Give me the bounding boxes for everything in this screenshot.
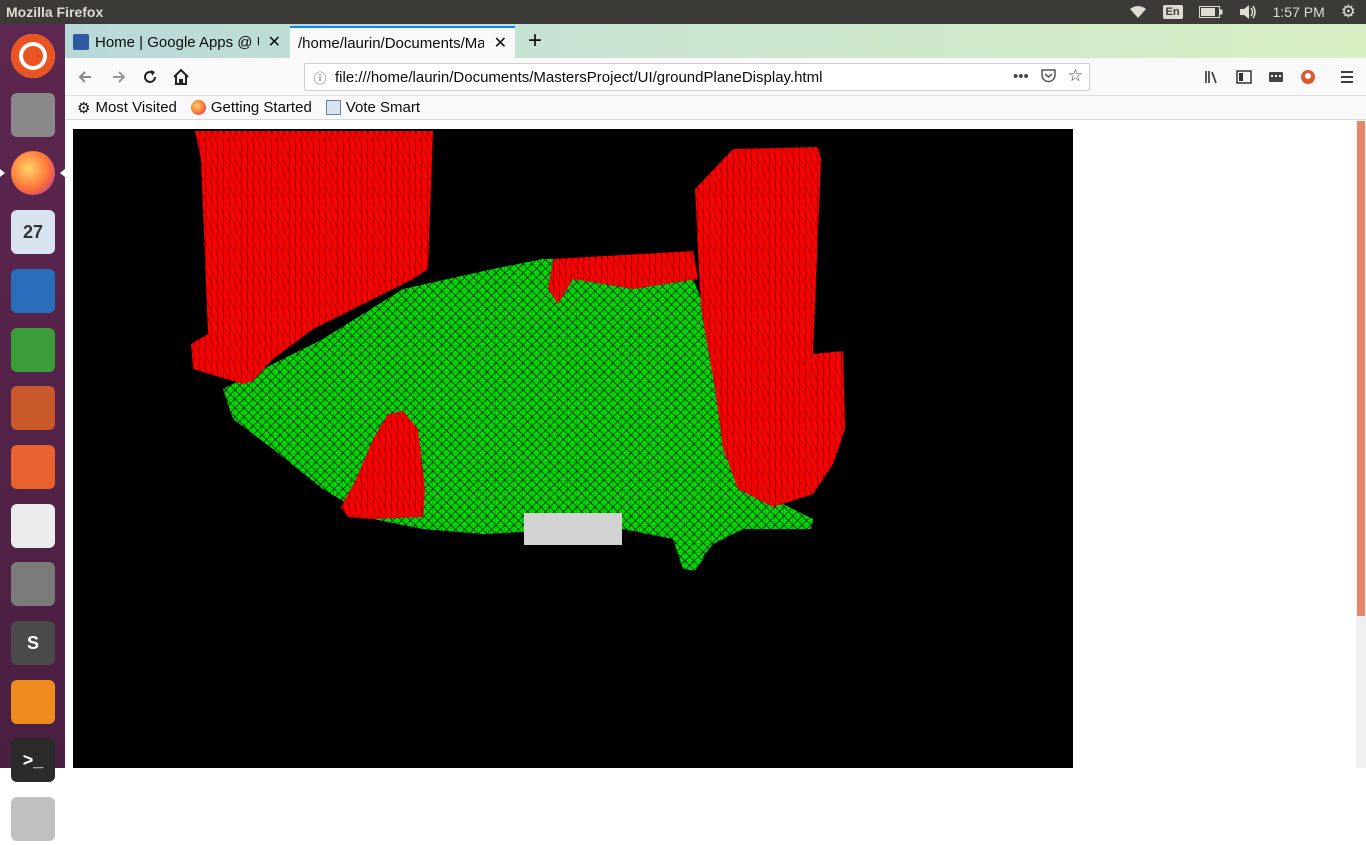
clock[interactable]: 1:57 PM xyxy=(1273,4,1325,20)
menu-icon[interactable] xyxy=(1333,63,1361,91)
tab-ground-plane-display[interactable]: /home/laurin/Documents/Ma ✕ xyxy=(290,26,515,58)
terminal-icon: >_ xyxy=(11,738,55,783)
gear-icon[interactable]: ⚙ xyxy=(1341,2,1356,22)
volume-icon[interactable] xyxy=(1239,5,1257,19)
launcher-item[interactable]: S xyxy=(7,617,59,669)
ubuntu-dash-icon xyxy=(11,34,55,78)
launcher-item[interactable] xyxy=(7,676,59,728)
files-icon xyxy=(11,92,55,137)
tab-google-apps[interactable]: Home | Google Apps @ U ✕ xyxy=(65,26,289,58)
forward-button[interactable] xyxy=(105,63,133,91)
home-icon xyxy=(173,69,189,85)
reload-icon xyxy=(144,70,156,83)
launcher-item[interactable] xyxy=(7,382,59,434)
duckduckgo-icon[interactable] xyxy=(1294,63,1322,91)
gear-icon: ⚙ xyxy=(77,99,91,117)
close-tab-icon[interactable]: ✕ xyxy=(268,32,281,52)
extension-icon[interactable] xyxy=(1262,63,1290,91)
launcher-item[interactable] xyxy=(7,89,59,141)
tab-title: Home | Google Apps @ U xyxy=(95,33,259,51)
battery-icon[interactable] xyxy=(1198,6,1223,18)
close-tab-icon[interactable]: ✕ xyxy=(494,33,507,53)
launcher-item[interactable] xyxy=(7,441,59,493)
settings-icon xyxy=(11,562,55,607)
running-indicator xyxy=(0,169,5,178)
bookmark-label: Getting Started xyxy=(210,99,312,116)
firefox-icon xyxy=(190,100,206,115)
ground-plane-visualization xyxy=(191,131,845,571)
top-panel: Mozilla Firefox En 1:57 PM ⚙ xyxy=(0,0,1366,24)
software-center-icon xyxy=(11,444,55,489)
page-actions-button[interactable]: ••• xyxy=(1013,68,1029,87)
ground-plane-canvas[interactable] xyxy=(73,129,1073,768)
launcher-item[interactable] xyxy=(7,793,59,845)
keyboard-layout-indicator[interactable]: En xyxy=(1162,5,1183,19)
blender-icon xyxy=(11,679,55,724)
wifi-icon[interactable] xyxy=(1129,5,1147,19)
robot-marker xyxy=(524,513,622,545)
system-tray: En 1:57 PM ⚙ xyxy=(1129,2,1366,22)
reload-button[interactable] xyxy=(136,63,164,91)
library-icon[interactable] xyxy=(1198,63,1226,91)
page-content xyxy=(65,121,1366,768)
launcher-item[interactable] xyxy=(7,558,59,610)
url-bar[interactable]: ⓘ file:///home/laurin/Documents/MastersP… xyxy=(304,63,1090,91)
url-actions: ••• ☆ xyxy=(1013,67,1089,87)
vote-smart-icon xyxy=(325,100,341,115)
tab-title: /home/laurin/Documents/Ma xyxy=(298,34,484,52)
navigation-toolbar: ⓘ file:///home/laurin/Documents/MastersP… xyxy=(65,58,1366,96)
bookmark-label: Most Visited xyxy=(95,99,177,116)
bookmarks-toolbar: ⚙ Most Visited Getting Started Vote Smar… xyxy=(65,96,1366,120)
launcher-item[interactable]: >_ xyxy=(7,734,59,786)
impress-icon xyxy=(11,386,55,431)
launcher-item[interactable] xyxy=(7,30,59,82)
amazon-icon xyxy=(11,503,55,548)
writer-icon xyxy=(11,268,55,313)
launcher-item-label: 27 xyxy=(22,221,44,242)
bookmark-vote-smart[interactable]: Vote Smart xyxy=(325,99,420,116)
launcher-item[interactable] xyxy=(7,500,59,552)
page-scrollbar[interactable] xyxy=(1356,121,1366,768)
arrow-left-icon xyxy=(78,71,91,83)
bookmark-star-icon[interactable]: ☆ xyxy=(1068,67,1083,87)
calendar-icon: 27 xyxy=(11,210,55,255)
tab-bar: Home | Google Apps @ U ✕ /home/laurin/Do… xyxy=(65,24,1366,58)
sublime-icon: S xyxy=(11,621,55,665)
launcher-item-label: S xyxy=(26,632,39,653)
launcher-item[interactable] xyxy=(7,324,59,376)
pocket-icon[interactable] xyxy=(1041,68,1056,87)
url-text[interactable]: file:///home/laurin/Documents/MastersPro… xyxy=(335,69,822,86)
arrow-right-icon xyxy=(113,71,126,83)
new-tab-button[interactable]: + xyxy=(520,27,550,55)
calc-icon xyxy=(11,327,55,372)
sidebar-icon[interactable] xyxy=(1230,63,1258,91)
launcher-item[interactable] xyxy=(7,147,59,199)
tab-favicon-icon xyxy=(73,34,89,50)
home-button[interactable] xyxy=(167,63,195,91)
bookmark-getting-started[interactable]: Getting Started xyxy=(190,99,312,116)
launcher-item[interactable]: 27 xyxy=(7,206,59,258)
bookmark-most-visited[interactable]: ⚙ Most Visited xyxy=(77,99,177,117)
window-title: Mozilla Firefox xyxy=(6,4,104,20)
back-button[interactable] xyxy=(71,63,99,91)
launcher: 27 S >_ xyxy=(0,24,65,842)
scrollbar-thumb[interactable] xyxy=(1357,121,1365,616)
firefox-icon xyxy=(11,151,55,196)
site-info-icon[interactable]: ⓘ xyxy=(305,68,335,87)
scanner-icon xyxy=(11,797,55,842)
ground-plane-drip xyxy=(683,529,705,571)
bookmark-label: Vote Smart xyxy=(345,99,420,116)
launcher-item[interactable] xyxy=(7,265,59,317)
